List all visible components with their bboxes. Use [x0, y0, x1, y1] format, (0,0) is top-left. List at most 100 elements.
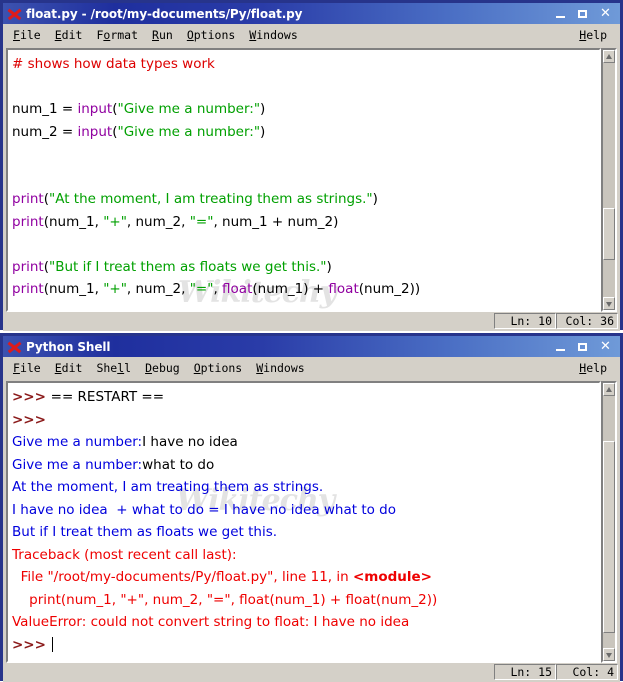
menu-windows[interactable]: Windows [242, 28, 304, 42]
python-idle-icon [7, 340, 22, 354]
minimize-icon[interactable] [555, 7, 568, 21]
shell-token: Traceback (most recent call last): [12, 546, 237, 563]
editor-window-controls: ✕ [555, 6, 618, 21]
code-content: # shows how data types work num_1 = inpu… [12, 53, 599, 301]
shell-token: At the moment, I am treating them as str… [12, 479, 324, 495]
shell-output-area[interactable]: Wikitechy >>> == RESTART == >>> Give me a… [6, 381, 601, 663]
shell-token: <module> [352, 569, 432, 585]
menu-help-rest: elp [586, 28, 607, 42]
shell-line: I have no idea + what to do = I have no … [12, 499, 599, 522]
shell-scroll-thumb[interactable] [603, 441, 615, 633]
code-token: (num_1) + [252, 281, 329, 297]
code-token: ) [260, 101, 266, 117]
maximize-icon[interactable] [577, 340, 590, 354]
editor-statusbar: Ln: 10 Col: 36 [3, 312, 620, 331]
menu-format[interactable]: Format [89, 28, 145, 42]
menu-help[interactable]: Help [572, 28, 614, 42]
minimize-icon[interactable] [555, 340, 568, 354]
shell-line: print(num_1, "+", num_2, "=", float(num_… [12, 589, 599, 612]
shell-token: But if I treat them as floats we get thi… [12, 524, 278, 540]
editor-scroll-thumb[interactable] [603, 208, 615, 260]
menu-options[interactable]: Options [180, 28, 242, 42]
shell-line: >>> [12, 634, 599, 657]
code-token: print [12, 258, 44, 275]
editor-column-indicator: Col: 36 [556, 313, 618, 329]
shell-line: >>> [12, 409, 599, 432]
maximize-icon[interactable] [577, 7, 590, 21]
menu-run[interactable]: Run [145, 28, 180, 42]
shell-menu-help[interactable]: Help [572, 361, 614, 375]
shell-menu-debug[interactable]: Debug [138, 361, 187, 375]
code-line: num_2 = input("Give me a number:") [12, 121, 599, 144]
shell-content: >>> == RESTART == >>> Give me a number:I … [12, 386, 599, 656]
shell-column-indicator: Col: 4 [556, 664, 618, 680]
code-token: (num_1, [43, 281, 104, 297]
python-shell-window: Python Shell ✕ File Edit Shell Debug Opt… [0, 333, 623, 682]
scroll-down-arrow-icon[interactable] [603, 648, 615, 661]
code-token: input [77, 123, 113, 140]
shell-token: what to do [142, 456, 215, 473]
code-line: # shows how data types work [12, 53, 599, 76]
menu-windows-rest: indows [256, 28, 298, 42]
scroll-up-arrow-icon[interactable] [603, 383, 615, 396]
close-icon[interactable]: ✕ [599, 6, 612, 21]
menu-run-rest: un [158, 28, 173, 42]
shell-statusbar: Ln: 15 Col: 4 [3, 663, 620, 682]
code-token: , num_2, [126, 213, 190, 230]
code-token: "=" [189, 281, 214, 297]
shell-token: >>> [12, 411, 51, 428]
code-token: , num_2, [126, 281, 190, 297]
shell-text-region: Wikitechy >>> == RESTART == >>> Give me a… [3, 379, 620, 663]
menu-file[interactable]: File [9, 28, 48, 42]
code-token: num_1 = [12, 101, 78, 117]
shell-token: I have no idea [142, 434, 238, 450]
shell-token: I have no idea + what to do = I have no … [12, 501, 397, 518]
scroll-down-arrow-icon[interactable] [603, 297, 615, 310]
code-line: print("At the moment, I am treating them… [12, 188, 599, 211]
code-token: float [328, 281, 359, 297]
menu-options-rest: ptions [193, 28, 236, 42]
shell-token: Give me a number: [12, 434, 143, 450]
shell-window-controls: ✕ [555, 339, 618, 354]
scroll-up-arrow-icon[interactable] [603, 50, 615, 63]
shell-line: >>> == RESTART == [12, 386, 599, 409]
editor-window: float.py - /root/my-documents/Py/float.p… [0, 0, 623, 331]
shell-line: Give me a number:I have no idea [12, 431, 599, 454]
code-token: ) [372, 191, 378, 207]
editor-titlebar[interactable]: float.py - /root/my-documents/Py/float.p… [3, 3, 620, 24]
shell-menu-shell[interactable]: Shell [89, 361, 138, 375]
code-token: "+" [103, 281, 127, 297]
shell-line: Traceback (most recent call last): [12, 544, 599, 567]
shell-token: == RESTART == [50, 389, 165, 405]
menu-edit-rest: dit [61, 28, 83, 42]
shell-line-indicator: Ln: 15 [494, 664, 556, 680]
editor-scroll-track[interactable] [603, 63, 615, 297]
shell-scrollbar[interactable] [601, 381, 617, 663]
shell-menu-windows[interactable]: Windows [249, 361, 311, 375]
shell-line: File "/root/my-documents/Py/float.py", l… [12, 566, 599, 589]
code-token: (num_1, [43, 213, 104, 230]
shell-titlebar[interactable]: Python Shell ✕ [3, 336, 620, 357]
code-line: num_1 = input("Give me a number:") [12, 98, 599, 121]
editor-scrollbar[interactable] [601, 48, 617, 312]
shell-token: >>> [12, 636, 51, 653]
shell-menubar: File Edit Shell Debug Options Windows He… [3, 357, 620, 379]
shell-status-fill [5, 664, 494, 680]
shell-line: ValueError: could not convert string to … [12, 611, 599, 634]
code-token: num_2 = [12, 123, 78, 140]
menu-file-rest: ile [19, 28, 41, 42]
shell-menu-file[interactable]: File [9, 361, 48, 375]
shell-token: print(num_1, "+", num_2, "=", float(num_… [12, 591, 438, 608]
shell-title: Python Shell [26, 339, 111, 354]
code-token: "Give me a number:" [117, 101, 261, 117]
close-icon[interactable]: ✕ [599, 339, 612, 354]
menu-edit[interactable]: Edit [48, 28, 90, 42]
code-token: print [12, 191, 44, 207]
shell-menu-edit[interactable]: Edit [48, 361, 90, 375]
shell-menu-options[interactable]: Options [187, 361, 249, 375]
shell-scroll-track[interactable] [603, 396, 615, 648]
text-caret [51, 636, 54, 652]
code-editor-area[interactable]: Wikitechy # shows how data types work nu… [6, 48, 601, 312]
